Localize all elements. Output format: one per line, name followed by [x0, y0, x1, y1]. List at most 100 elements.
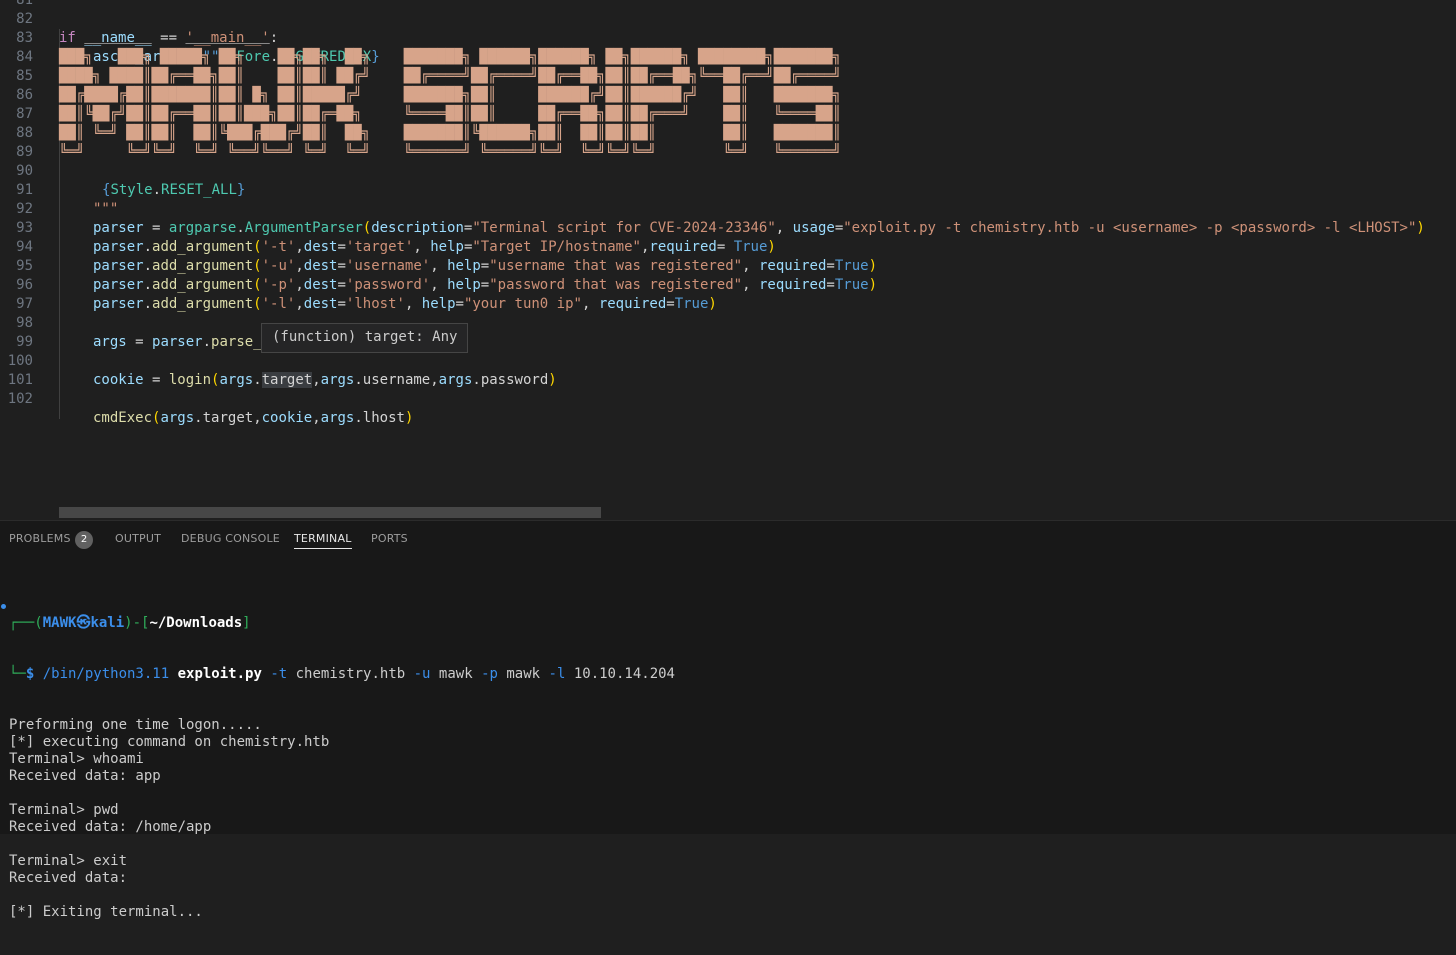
code-line-98: args = parser.parse_args()	[0, 314, 1456, 350]
dot: .	[194, 410, 203, 426]
comma: ,	[295, 296, 304, 312]
terminal-line: [*] executing command on chemistry.htb	[9, 734, 330, 750]
code-line-93: parser.add_argument('-t',dest='target', …	[0, 219, 1456, 255]
operator-eq: =	[666, 296, 675, 312]
ascii-art-line: ██╔████╔██║███████║██║ █╗ ██║█████╔╝ ███…	[0, 86, 1456, 105]
identifier-parser: parser	[152, 334, 203, 350]
line-number-text: 81	[16, 0, 33, 8]
ascii-art-text: ╚═╝ ╚═╝╚═╝ ╚═╝ ╚══╝╚══╝ ╚═╝ ╚═╝ ╚══════╝…	[59, 144, 841, 160]
kwarg-required: required	[598, 296, 667, 312]
attribute-username: username	[362, 372, 431, 388]
ascii-art-text: ████╗ ████║██╔══██╗██║ ██║██║ ██╔╝ ██╔══…	[59, 68, 841, 84]
terminal-line: Preforming one time logon.....	[9, 717, 262, 733]
panel-tabs: PROBLEMS 2 OUTPUT DEBUG CONSOLE TERMINAL…	[0, 521, 1456, 557]
dot: .	[202, 334, 212, 350]
ascii-art-line: ██║ ╚═╝ ██║██║ ██║╚███╔███╔╝██║ ██╗ ████…	[0, 124, 1456, 143]
ascii-art-text: ███╗ ███╗ █████╗ ██╗ ██╗██╗ ██╗ ███████╗…	[59, 49, 841, 65]
comma: ,	[581, 296, 599, 312]
code-line-95: parser.add_argument('-p',dest='password'…	[0, 257, 1456, 293]
command-python: /bin/python3.11	[42, 666, 170, 682]
prompt-line-2: └─$ /bin/python3.11 exploit.py -t chemis…	[9, 666, 675, 683]
value-pass: mawk	[497, 666, 541, 682]
terminal-output[interactable]: ┌──(MAWK㉿kali)-[~/Downloads] └─$ /bin/py…	[9, 581, 675, 955]
code-line-92: parser = argparse.ArgumentParser(descrip…	[0, 200, 1456, 236]
identifier-args: args	[320, 372, 355, 388]
prompt-line-1: ┌──(MAWK㉿kali)-[~/Downloads]	[9, 615, 675, 632]
code-editor[interactable]: 81 82 83 84 85 86 87 88 89 90 91 92 93 94 95 96 97 98 99 10…	[0, 0, 1456, 520]
ascii-art-line: ██║╚██╔╝██║██╔══██║██║███╗██║██╔═██╗ ╚══…	[0, 105, 1456, 124]
code-line-94: parser.add_argument('-u',dest='username'…	[0, 238, 1456, 274]
flag-l: -l	[540, 666, 566, 682]
ascii-art-text: ██║ ╚═╝ ██║██║ ██║╚███╔███╔╝██║ ██╗ ████…	[59, 125, 841, 141]
function-add-argument: add_argument	[152, 296, 254, 312]
dot: .	[354, 410, 363, 426]
string-help: "your tun0 ip"	[463, 296, 582, 312]
identifier-args: args	[219, 372, 254, 388]
code-line-96: parser.add_argument('-l',dest='lhost', h…	[0, 276, 1456, 312]
terminal-output-lines: Preforming one time logon..... [*] execut…	[9, 717, 675, 921]
value-lhost: 10.10.14.204	[565, 666, 675, 682]
operator-eq: =	[337, 296, 346, 312]
prompt-dir: ~/Downloads	[149, 615, 243, 631]
bottom-panel: PROBLEMS 2 OUTPUT DEBUG CONSOLE TERMINAL…	[0, 520, 1456, 920]
dot: .	[253, 372, 262, 388]
prompt-separator: )-[	[124, 615, 150, 631]
value-user: mawk	[430, 666, 473, 682]
attribute-target-hovered[interactable]: target	[261, 372, 313, 388]
terminal-line: Received data:	[9, 870, 128, 886]
dot: .	[143, 296, 153, 312]
paren-close: )	[708, 296, 717, 312]
function-cmdexec: cmdExec	[93, 410, 153, 426]
prompt-dollar: $	[25, 666, 43, 682]
kwarg-dest: dest	[303, 296, 338, 312]
terminal-line: Terminal> exit	[9, 853, 128, 869]
prompt-user: MAWK	[42, 615, 77, 631]
comma: ,	[404, 296, 422, 312]
command-decoration-dot[interactable]	[1, 604, 6, 609]
value-target: chemistry.htb	[287, 666, 406, 682]
problems-count-badge: 2	[75, 531, 93, 549]
tab-terminal[interactable]: TERMINAL	[294, 532, 352, 549]
paren-close: )	[548, 372, 557, 388]
tab-ports[interactable]: PORTS	[371, 532, 408, 548]
terminal-line: Received data: /home/app	[9, 819, 212, 835]
tab-output[interactable]: OUTPUT	[115, 532, 161, 548]
paren-open: (	[253, 296, 262, 312]
prompt-host: kali	[90, 615, 125, 631]
prompt-box-bottom: └─	[9, 666, 26, 682]
terminal-line: Received data: app	[9, 768, 161, 784]
identifier-args: args	[160, 410, 195, 426]
comma: ,	[430, 372, 439, 388]
identifier-args: args	[438, 372, 473, 388]
flag-u: -u	[405, 666, 431, 682]
string-flag: '-l'	[261, 296, 296, 312]
horizontal-scrollbar[interactable]	[59, 507, 601, 518]
code-line-90: {Style.RESET_ALL}	[0, 162, 1456, 198]
identifier-cookie: cookie	[261, 410, 313, 426]
identifier-args: args	[320, 410, 355, 426]
flag-t: -t	[261, 666, 288, 682]
identifier-args: args	[93, 334, 127, 350]
line-number: 81	[0, 0, 1456, 10]
ascii-art-line: ╚═╝ ╚═╝╚═╝ ╚═╝ ╚══╝╚══╝ ╚═╝ ╚═╝ ╚══════╝…	[0, 143, 1456, 162]
operator-assign: =	[126, 334, 153, 350]
tab-debug-console[interactable]: DEBUG CONSOLE	[181, 532, 280, 548]
identifier-cookie: cookie	[93, 372, 144, 388]
constant-true: True	[674, 296, 709, 312]
command-script: exploit.py	[177, 666, 262, 682]
ascii-art-line: ████╗ ████║██╔══██╗██║ ██║██║ ██╔╝ ██╔══…	[0, 67, 1456, 86]
terminal-line: [*] Exiting terminal...	[9, 904, 203, 920]
prompt-at: ㉿	[76, 615, 91, 631]
tab-problems[interactable]: PROBLEMS	[9, 532, 71, 548]
prompt-bracket-close: ]	[242, 615, 251, 631]
attribute-password: password	[480, 372, 549, 388]
ascii-art-text: ██║╚██╔╝██║██╔══██║██║███╗██║██╔═██╗ ╚══…	[59, 106, 841, 122]
dot: .	[354, 372, 363, 388]
paren-close: )	[404, 410, 414, 426]
ascii-art-text: ██╔████╔██║███████║██║ █╗ ██║█████╔╝ ███…	[59, 87, 841, 103]
comma: ,	[312, 372, 321, 388]
